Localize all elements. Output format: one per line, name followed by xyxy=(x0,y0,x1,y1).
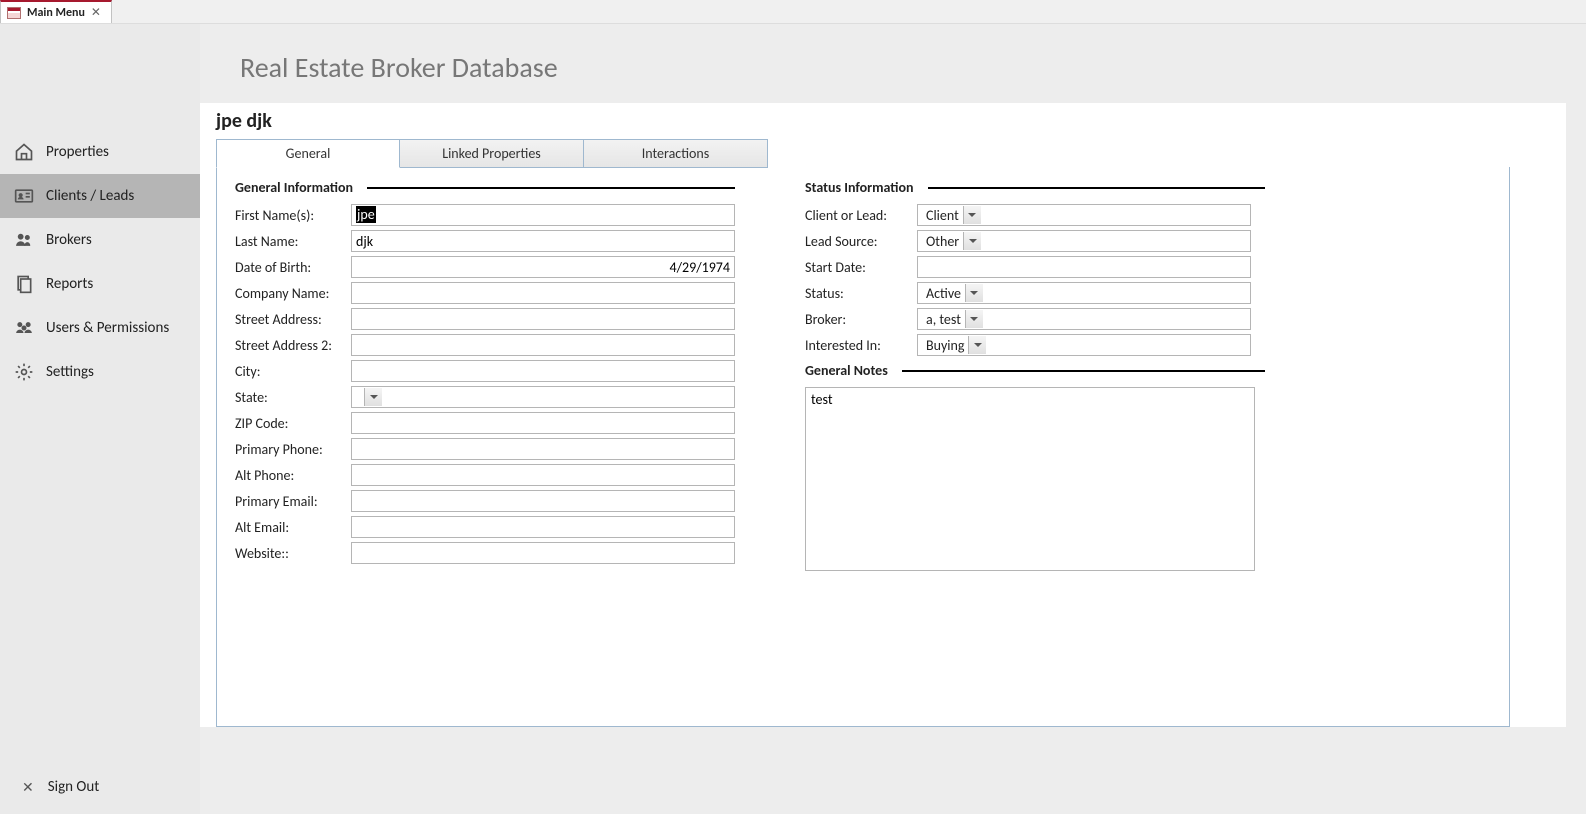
record-title: jpe djk xyxy=(216,107,1566,139)
chevron-down-icon[interactable] xyxy=(364,388,382,406)
sidebar-item-brokers[interactable]: Brokers xyxy=(0,218,200,262)
chevron-down-icon[interactable] xyxy=(965,310,983,328)
label-city: City: xyxy=(235,363,351,380)
client-or-lead-select[interactable]: Client xyxy=(917,204,1251,226)
broker-select[interactable]: a, test xyxy=(917,308,1251,330)
label-street1: Street Address: xyxy=(235,311,351,328)
company-field[interactable] xyxy=(351,282,735,304)
app-title: Real Estate Broker Database xyxy=(200,24,1586,103)
sidebar: Properties Clients / Leads Brokers Repor… xyxy=(0,24,200,814)
label-lead-source: Lead Source: xyxy=(805,233,917,250)
sidebar-item-users-permissions[interactable]: Users & Permissions xyxy=(0,306,200,350)
chevron-down-icon[interactable] xyxy=(963,206,981,224)
label-broker: Broker: xyxy=(805,311,917,328)
label-interested-in: Interested In: xyxy=(805,337,917,354)
label-last-name: Last Name: xyxy=(235,233,351,250)
dob-field[interactable] xyxy=(351,256,735,278)
interested-in-select[interactable]: Buying xyxy=(917,334,1251,356)
lead-source-value: Other xyxy=(922,233,963,250)
main-area: << Real Estate Broker Database jpe djk G… xyxy=(200,24,1586,814)
sidebar-item-reports[interactable]: Reports xyxy=(0,262,200,306)
label-primary-email: Primary Email: xyxy=(235,493,351,510)
sign-out-button[interactable]: ✕ Sign Out xyxy=(0,764,200,814)
users-icon xyxy=(14,318,34,338)
sidebar-item-settings[interactable]: Settings xyxy=(0,350,200,394)
label-dob: Date of Birth: xyxy=(235,259,351,276)
label-alt-email: Alt Email: xyxy=(235,519,351,536)
tab-linked-properties[interactable]: Linked Properties xyxy=(400,139,584,168)
sidebar-item-clients-leads[interactable]: Clients / Leads xyxy=(0,174,200,218)
close-icon: ✕ xyxy=(22,779,34,796)
sidebar-item-label: Properties xyxy=(46,143,109,161)
label-client-or-lead: Client or Lead: xyxy=(805,207,917,224)
client-or-lead-value: Client xyxy=(922,207,963,224)
chevron-down-icon[interactable] xyxy=(965,284,983,302)
sign-out-label: Sign Out xyxy=(48,778,100,796)
people-icon xyxy=(14,230,34,250)
section-divider xyxy=(367,187,735,189)
chevron-down-icon[interactable] xyxy=(963,232,981,250)
label-state: State: xyxy=(235,389,351,406)
id-card-icon xyxy=(14,186,34,206)
label-website: Website:: xyxy=(235,545,351,562)
document-icon xyxy=(14,274,34,294)
form-icon xyxy=(7,7,21,19)
sidebar-item-label: Reports xyxy=(46,275,93,293)
city-field[interactable] xyxy=(351,360,735,382)
document-tab-bar: Main Menu ✕ xyxy=(0,0,1586,24)
alt-phone-field[interactable] xyxy=(351,464,735,486)
state-select[interactable] xyxy=(351,386,735,408)
chevron-down-icon[interactable] xyxy=(968,336,986,354)
status-value: Active xyxy=(922,285,965,302)
label-start-date: Start Date: xyxy=(805,259,917,276)
interested-in-value: Buying xyxy=(922,337,968,354)
section-divider xyxy=(928,187,1265,189)
label-company: Company Name: xyxy=(235,285,351,302)
primary-email-field[interactable] xyxy=(351,490,735,512)
label-street2: Street Address 2: xyxy=(235,337,351,354)
document-tab-label: Main Menu xyxy=(27,6,85,20)
house-icon xyxy=(14,142,34,162)
sidebar-item-properties[interactable]: Properties xyxy=(0,130,200,174)
gear-icon xyxy=(14,362,34,382)
first-name-field[interactable]: jpe xyxy=(351,204,735,226)
section-general-information: General Information xyxy=(235,179,353,196)
label-first-name: First Name(s): xyxy=(235,207,351,224)
sidebar-item-label: Clients / Leads xyxy=(46,187,134,205)
label-primary-phone: Primary Phone: xyxy=(235,441,351,458)
last-name-field[interactable] xyxy=(351,230,735,252)
primary-phone-field[interactable] xyxy=(351,438,735,460)
alt-email-field[interactable] xyxy=(351,516,735,538)
record-tabstrip: General Linked Properties Interactions xyxy=(216,139,1566,168)
section-divider xyxy=(902,370,1265,372)
broker-value: a, test xyxy=(922,311,965,328)
tab-panel-general: General Information First Name(s): jpe L… xyxy=(216,167,1510,727)
street2-field[interactable] xyxy=(351,334,735,356)
section-general-notes: General Notes xyxy=(805,362,888,379)
website-field[interactable] xyxy=(351,542,735,564)
sidebar-item-label: Brokers xyxy=(46,231,92,249)
lead-source-select[interactable]: Other xyxy=(917,230,1251,252)
close-icon[interactable]: ✕ xyxy=(91,5,101,20)
sidebar-item-label: Users & Permissions xyxy=(46,319,169,337)
label-alt-phone: Alt Phone: xyxy=(235,467,351,484)
sidebar-item-label: Settings xyxy=(46,363,94,381)
document-tab-main-menu[interactable]: Main Menu ✕ xyxy=(0,0,112,23)
general-notes-textarea[interactable] xyxy=(805,387,1255,571)
start-date-field[interactable] xyxy=(917,256,1251,278)
street1-field[interactable] xyxy=(351,308,735,330)
section-status-information: Status Information xyxy=(805,179,914,196)
label-zip: ZIP Code: xyxy=(235,415,351,432)
zip-field[interactable] xyxy=(351,412,735,434)
tab-general[interactable]: General xyxy=(216,139,400,168)
tab-interactions[interactable]: Interactions xyxy=(584,139,768,168)
status-select[interactable]: Active xyxy=(917,282,1251,304)
label-status: Status: xyxy=(805,285,917,302)
